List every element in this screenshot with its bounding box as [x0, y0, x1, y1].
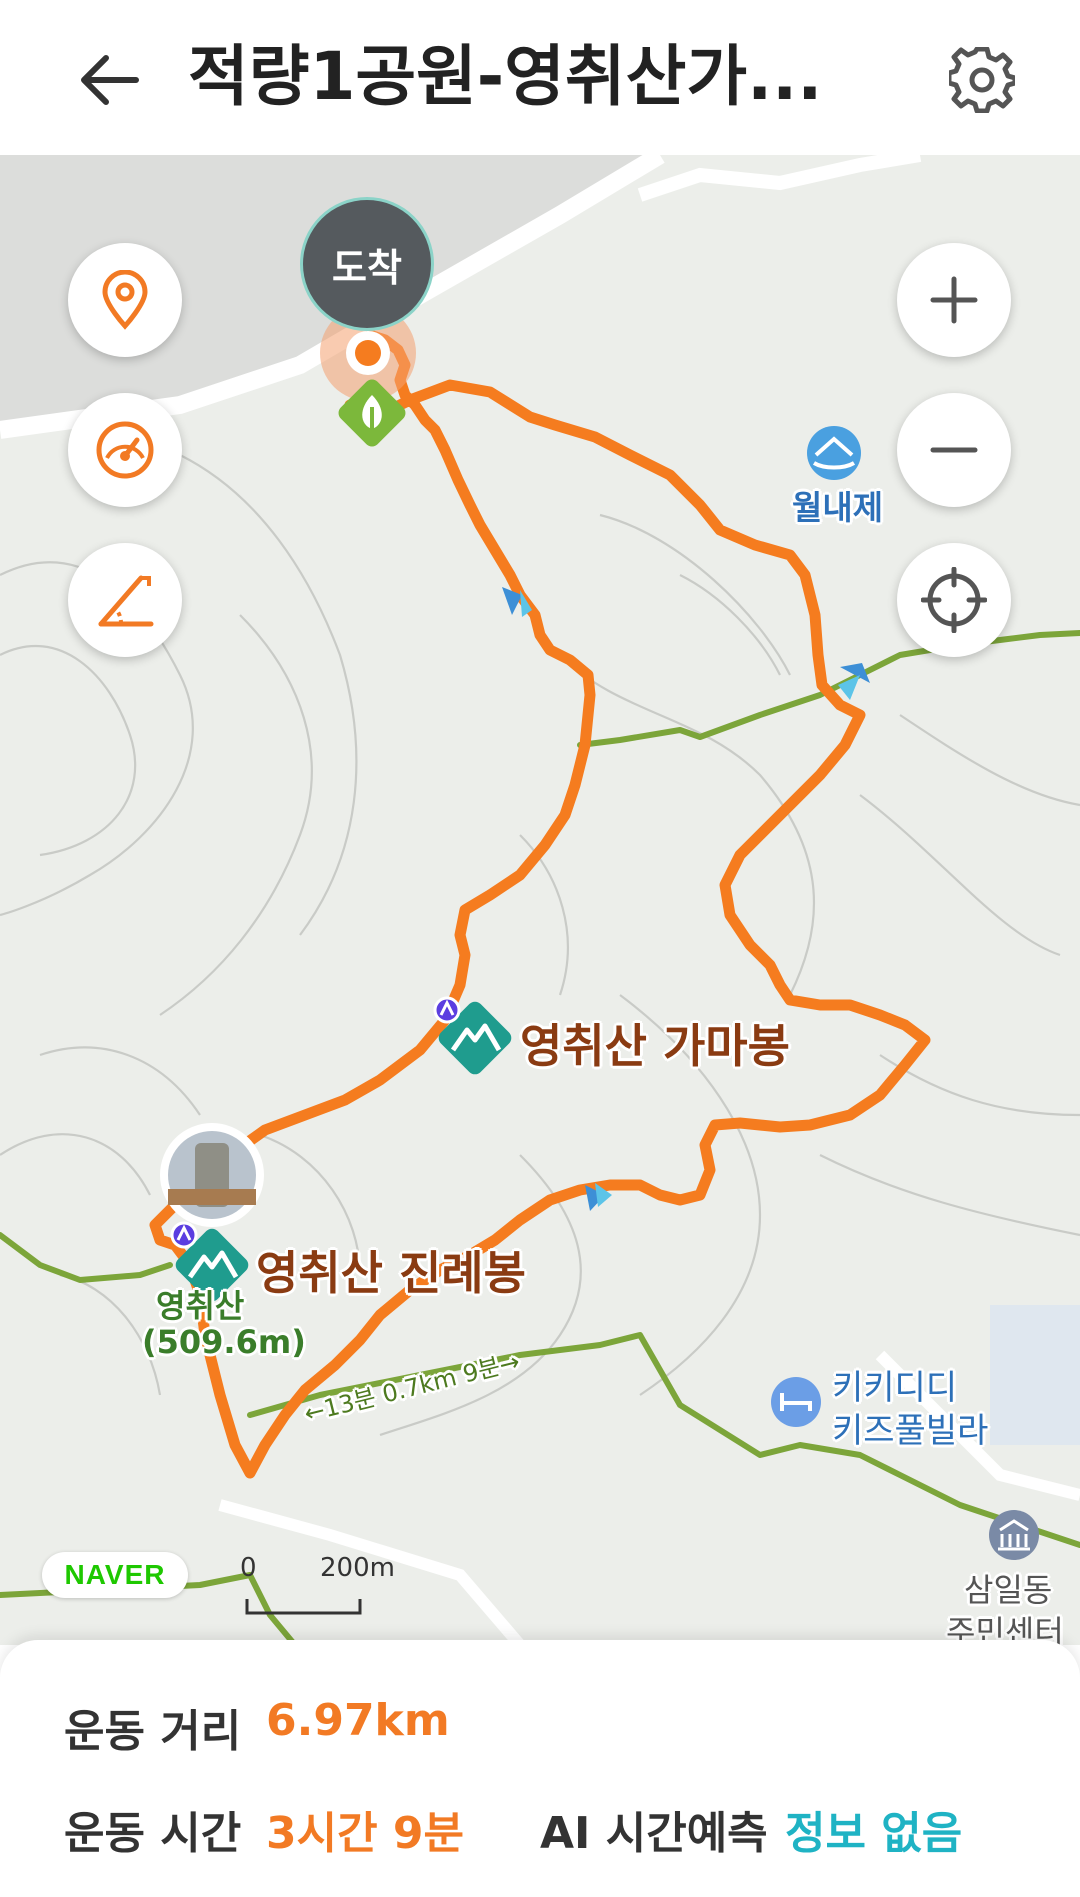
crosshair-icon: [921, 567, 987, 633]
workout-stats-panel: 운동 거리 6.97km 운동 시간 3시간 9분 AI 시간예측 정보 없음: [0, 1640, 1080, 1897]
time-value: 3시간 9분: [266, 1808, 464, 1859]
elevation-icon: [98, 575, 154, 627]
distance-value: 6.97km: [266, 1695, 450, 1746]
ai-prediction-label: AI 시간예측: [540, 1808, 768, 1859]
back-button[interactable]: [70, 45, 150, 115]
ai-prediction-value: 정보 없음: [785, 1808, 963, 1859]
reservoir-label: 월내제: [792, 488, 884, 527]
elevation-button[interactable]: [68, 543, 182, 657]
arrival-label: 도착: [332, 245, 402, 290]
peak-label-jinryebong[interactable]: 영취산 진례봉: [256, 1237, 526, 1303]
time-label: 운동 시간: [64, 1808, 242, 1859]
naver-logo-text: NAVER: [64, 1559, 166, 1590]
map-pin-icon: [102, 270, 148, 330]
arrow-left-icon: [81, 55, 139, 105]
plus-icon: [930, 276, 978, 324]
center-label-line1: 삼일동: [964, 1571, 1053, 1609]
distance-label: 운동 거리: [64, 1706, 242, 1757]
summit-elevation-label: (509.6m): [142, 1323, 306, 1361]
location-button[interactable]: [68, 243, 182, 357]
speedometer-icon: [96, 421, 154, 479]
scale-zero: 0: [240, 1553, 257, 1583]
arrival-badge: 도착: [303, 200, 431, 328]
map-view[interactable]: 도착 월내제 영취산 가마봉 영취산 진례봉 영취산 (509.6m) 키키디디…: [0, 155, 1080, 1645]
naver-logo: NAVER: [42, 1552, 188, 1598]
villa-label-line1: 키키디디: [832, 1368, 958, 1408]
header-bar: 적량1공원-영취산가...: [0, 0, 1080, 155]
speed-button[interactable]: [68, 393, 182, 507]
settings-button[interactable]: [944, 42, 1020, 118]
scale-distance: 200m: [320, 1553, 395, 1583]
minus-icon: [930, 447, 978, 453]
gear-icon: [949, 47, 1015, 113]
summit-name-label: 영취산: [156, 1287, 245, 1325]
villa-label-line2: 키즈풀빌라: [832, 1411, 989, 1451]
peak-label-gamabong[interactable]: 영취산 가마봉: [520, 1010, 790, 1076]
zoom-in-button[interactable]: [897, 243, 1011, 357]
page-title: 적량1공원-영취산가...: [188, 38, 823, 115]
zoom-out-button[interactable]: [897, 393, 1011, 507]
recenter-button[interactable]: [897, 543, 1011, 657]
